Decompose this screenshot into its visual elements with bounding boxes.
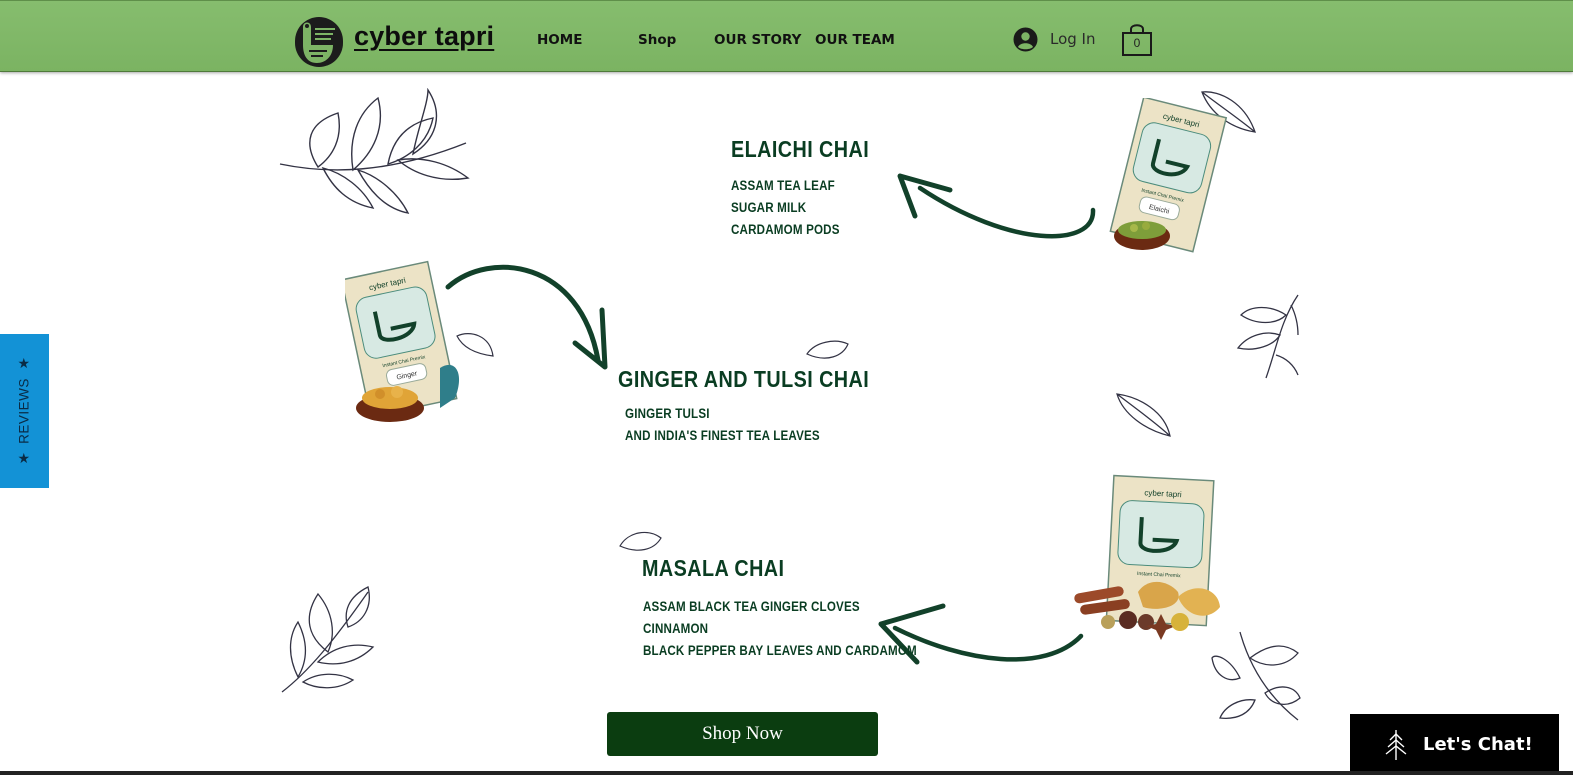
cart-button[interactable]: 0 bbox=[1121, 23, 1153, 57]
reviews-tab[interactable]: ★ REVIEWS ★ bbox=[0, 334, 49, 488]
reviews-label: REVIEWS bbox=[16, 378, 32, 444]
ingredient-line: CINNAMON bbox=[643, 621, 709, 636]
nav-our-team[interactable]: OUR TEAM bbox=[815, 32, 895, 48]
login-label: Log In bbox=[1050, 30, 1096, 48]
nav-home[interactable]: HOME bbox=[537, 32, 582, 48]
bird-logo-icon[interactable] bbox=[293, 15, 345, 69]
shop-now-button[interactable]: Shop Now bbox=[607, 712, 878, 756]
leaf-branch-illustration bbox=[281, 586, 375, 693]
leaf-illustration bbox=[806, 340, 849, 359]
nav-shop[interactable]: Shop bbox=[638, 32, 676, 48]
elaichi-product-image: cyber tapri Instant Chai Premix Elaichi bbox=[1100, 96, 1230, 263]
star-icon: ★ bbox=[17, 355, 31, 372]
ingredient-line: CARDAMOM PODS bbox=[731, 222, 840, 237]
ingredient-line: SUGAR MILK bbox=[731, 200, 807, 215]
ingredient-line: AND INDIA'S FINEST TEA LEAVES bbox=[625, 428, 820, 443]
masala-chai-ingredients: ASSAM BLACK TEA GINGER CLOVES CINNAMON B… bbox=[643, 596, 917, 662]
ginger-tulsi-chai-ingredients: GINGER TULSI AND INDIA'S FINEST TEA LEAV… bbox=[625, 403, 820, 447]
ingredient-line: BLACK PEPPER BAY LEAVES AND CARDAMOM bbox=[643, 643, 917, 658]
cart-count: 0 bbox=[1133, 36, 1141, 50]
curved-arrow-icon bbox=[897, 173, 1096, 239]
leaf-branch-illustration bbox=[279, 88, 470, 214]
masala-chai-title: MASALA CHAI bbox=[642, 555, 785, 581]
tree-icon bbox=[1385, 729, 1407, 760]
ingredient-line: ASSAM BLACK TEA GINGER CLOVES bbox=[643, 599, 860, 614]
leaf-illustration bbox=[619, 531, 662, 551]
nav-our-story[interactable]: OUR STORY bbox=[714, 32, 801, 48]
ginger-tulsi-chai-title: GINGER AND TULSI CHAI bbox=[618, 366, 870, 392]
chat-label: Let's Chat! bbox=[1423, 734, 1533, 755]
ingredient-line: ASSAM TEA LEAF bbox=[731, 178, 835, 193]
masala-product-image: cyber tapri Instant Chai Premix bbox=[1068, 472, 1228, 662]
brand-name-link[interactable]: cyber tapri bbox=[354, 21, 494, 52]
star-icon: ★ bbox=[17, 449, 31, 466]
ginger-product-image: cyber tapri Instant Chai Premix Ginger bbox=[340, 258, 485, 428]
elaichi-chai-ingredients: ASSAM TEA LEAF SUGAR MILK CARDAMOM PODS bbox=[731, 175, 840, 241]
login-button[interactable]: Log In bbox=[1013, 25, 1096, 53]
page-bottom-border bbox=[0, 771, 1573, 775]
leaf-branch-illustration bbox=[1236, 294, 1299, 379]
elaichi-chai-title: ELAICHI CHAI bbox=[731, 136, 870, 162]
user-avatar-icon bbox=[1013, 27, 1038, 51]
leaf-illustration bbox=[1116, 393, 1171, 437]
lets-chat-button[interactable]: Let's Chat! bbox=[1350, 714, 1559, 775]
ingredient-line: GINGER TULSI bbox=[625, 406, 710, 421]
site-header: cyber tapri HOME Shop OUR STORY OUR TEAM… bbox=[0, 0, 1573, 72]
